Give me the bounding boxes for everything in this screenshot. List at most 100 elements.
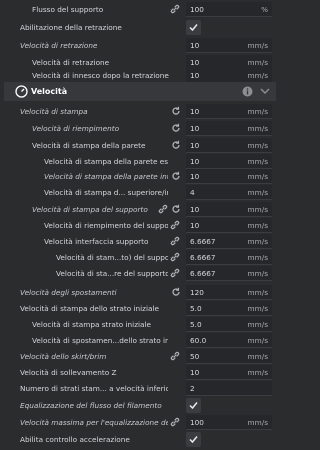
setting-value-input[interactable]: 4 mm/s <box>186 185 272 200</box>
reset-icon[interactable] <box>171 123 181 133</box>
setting-unit: mm/s <box>247 157 268 166</box>
checkmark-icon <box>189 436 198 444</box>
setting-value-input[interactable]: 10 mm/s <box>186 154 272 169</box>
setting-unit: mm/s <box>247 141 268 150</box>
setting-row-retraction-enable: Abilitazione della retrazione <box>0 19 280 36</box>
setting-label: Numero di strati stam... a velocità infe… <box>20 384 168 393</box>
setting-value: 50 <box>190 352 200 361</box>
setting-label: Velocità degli spostamenti <box>20 288 117 297</box>
category-title: Velocità <box>31 87 68 96</box>
setting-unit: mm/s <box>247 71 268 80</box>
setting-row: Velocità dello skirt/brim 50 mm/s <box>0 348 280 365</box>
setting-value-input[interactable]: 5.0 mm/s <box>186 317 272 332</box>
link-icon <box>170 252 180 262</box>
setting-row: Velocità massima per l'equalizzazione de… <box>0 414 280 431</box>
setting-unit: mm/s <box>247 188 268 197</box>
setting-value: 2 <box>190 384 195 393</box>
setting-value: 6.6667 <box>190 269 216 278</box>
setting-row: Abilita controllo accelerazione <box>0 431 280 448</box>
setting-row: Velocità di riempimento del supporto 10 mm… <box>0 217 280 234</box>
speedometer-icon <box>15 85 28 98</box>
setting-checkbox[interactable] <box>186 398 201 413</box>
prime-speed-input[interactable]: 10 mm/s <box>186 68 272 83</box>
setting-value: 100 <box>190 5 204 14</box>
setting-row: Velocità di stampa strato iniziale 5.0 mm/… <box>0 316 280 333</box>
setting-unit: mm/s <box>247 336 268 345</box>
setting-label: Velocità di riempimento <box>32 124 120 133</box>
setting-value-input[interactable]: 6.6667 mm/s <box>186 234 272 249</box>
reset-icon[interactable] <box>171 171 181 181</box>
setting-value-input[interactable]: 6.6667 mm/s <box>186 266 272 281</box>
setting-unit: mm/s <box>247 368 268 377</box>
setting-value-input[interactable]: 10 mm/s <box>186 104 272 119</box>
setting-label: Velocità di stam...to) del supporto <box>56 253 168 262</box>
setting-value-input[interactable]: 100 mm/s <box>186 415 272 430</box>
setting-row: Equalizzazione del flusso del filamento <box>0 397 280 414</box>
setting-label: Velocità di stampa della parete interna <box>44 172 168 181</box>
setting-value: 60.0 <box>190 336 207 345</box>
setting-label: Velocità interfaccia supporto <box>44 237 149 246</box>
setting-value-input[interactable]: 10 mm/s <box>186 365 272 380</box>
setting-value: 10 <box>190 141 200 150</box>
reset-icon[interactable] <box>171 140 181 150</box>
setting-label: Velocità di stampa della parete <box>32 141 146 150</box>
settings-panel: Flusso del supporto 100 % Abilitazione d… <box>0 0 280 450</box>
setting-row: Velocità di stampa 10 mm/s <box>0 103 280 120</box>
setting-value-input[interactable]: 10 mm/s <box>186 169 272 184</box>
setting-value-input[interactable]: 10 mm/s <box>186 202 272 217</box>
setting-label: Velocità di stampa strato iniziale <box>32 320 152 329</box>
reset-icon[interactable] <box>171 106 181 116</box>
reset-icon[interactable] <box>171 204 181 214</box>
setting-row: Velocità di stampa dello strato iniziale… <box>0 300 280 317</box>
setting-row-retraction-speed: Velocità di retrazione 10 mm/s <box>0 37 280 54</box>
setting-label: Velocità di sollevamento Z <box>20 368 117 377</box>
link-icon <box>170 351 180 361</box>
setting-value: 10 <box>190 107 200 116</box>
setting-row: Velocità di stampa della parete interna 1… <box>0 168 280 185</box>
setting-value-input[interactable]: 120 mm/s <box>186 285 272 300</box>
setting-label: Equalizzazione del flusso del filamento <box>20 401 162 410</box>
setting-value: 10 <box>190 41 200 50</box>
setting-value: 6.6667 <box>190 253 216 262</box>
setting-row: Numero di strati stam... a velocità infe… <box>0 380 280 397</box>
setting-label: Velocità di riempimento del supporto <box>44 221 168 230</box>
setting-unit: mm/s <box>247 205 268 214</box>
setting-value-input[interactable]: 50 mm/s <box>186 349 272 364</box>
link-icon <box>170 236 180 246</box>
chevron-down-icon[interactable] <box>260 87 270 95</box>
setting-value: 10 <box>190 71 200 80</box>
link-icon <box>170 417 180 427</box>
setting-unit: % <box>261 5 268 14</box>
reset-icon[interactable] <box>171 287 181 297</box>
setting-value: 10 <box>190 205 200 214</box>
setting-value-input[interactable]: 5.0 mm/s <box>186 301 272 316</box>
setting-value-input[interactable]: 6.6667 mm/s <box>186 250 272 265</box>
category-header-speed[interactable]: Velocità <box>4 82 276 101</box>
setting-value-input[interactable]: 10 mm/s <box>186 138 272 153</box>
info-icon[interactable] <box>242 86 253 97</box>
link-icon <box>170 4 180 14</box>
support-flow-input[interactable]: 100 % <box>186 2 272 17</box>
setting-value: 10 <box>190 221 200 230</box>
setting-label: Abilitazione della retrazione <box>20 23 122 32</box>
setting-unit: mm/s <box>247 221 268 230</box>
checkmark-icon <box>189 402 198 410</box>
setting-value-input[interactable]: 10 mm/s <box>186 121 272 136</box>
setting-unit: mm/s <box>247 288 268 297</box>
setting-row: Velocità di sta...re del supporto 6.6667 m… <box>0 265 280 282</box>
setting-value-input[interactable]: 60.0 mm/s <box>186 333 272 348</box>
retraction-checkbox[interactable] <box>186 20 201 35</box>
setting-value-input[interactable]: 2 <box>186 381 272 396</box>
setting-row: Velocità interfaccia supporto 6.6667 mm/s <box>0 233 280 250</box>
setting-row: Velocità di stampa del supporto 10 mm/s <box>0 201 280 218</box>
setting-checkbox[interactable] <box>186 432 201 447</box>
setting-label: Flusso del supporto <box>32 5 104 14</box>
checkmark-icon <box>189 24 198 32</box>
setting-value: 10 <box>190 124 200 133</box>
setting-row: Velocità di spostamen...dello strato ini… <box>0 332 280 349</box>
setting-value-input[interactable]: 10 mm/s <box>186 218 272 233</box>
setting-label: Velocità dello skirt/brim <box>20 352 107 361</box>
retraction-speed-input[interactable]: 10 mm/s <box>186 38 272 53</box>
setting-label: Velocità di sta...re del supporto <box>56 269 168 278</box>
setting-row: Velocità di riempimento 10 mm/s <box>0 120 280 137</box>
